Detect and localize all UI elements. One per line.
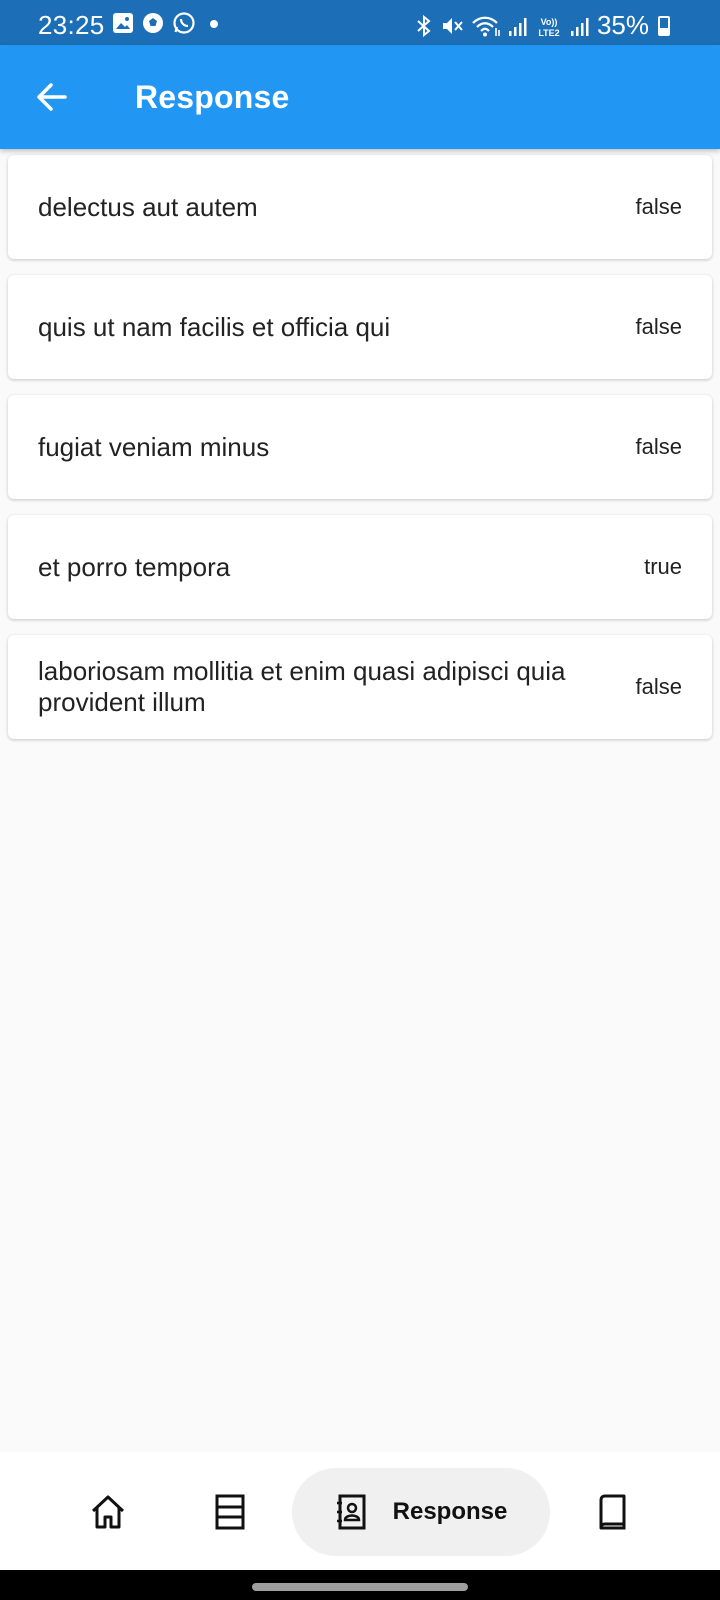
mute-icon (442, 17, 463, 34)
wifi-icon (472, 16, 500, 36)
home-icon (91, 1495, 125, 1529)
battery-icon (658, 15, 670, 36)
app-bar: Response (0, 45, 720, 149)
page-title: Response (135, 79, 290, 115)
list-item[interactable]: delectus aut autem false (8, 155, 712, 259)
item-status: false (635, 434, 682, 459)
bluetooth-icon (417, 14, 431, 37)
system-gesture-bar (0, 1570, 720, 1600)
book-icon (599, 1494, 626, 1530)
status-system-icons: Vo)) LTE2 35% (415, 10, 670, 41)
contacts-icon (336, 1494, 366, 1530)
list-item[interactable]: et porro tempora true (8, 515, 712, 619)
item-title: fugiat veniam minus (38, 431, 270, 462)
bottom-navigation: Response (0, 1452, 720, 1570)
response-list: delectus aut autem false quis ut nam fac… (8, 155, 712, 755)
item-title: quis ut nam facilis et officia qui (38, 311, 391, 342)
nav-response[interactable]: Response (292, 1468, 550, 1556)
list-item[interactable]: fugiat veniam minus false (8, 395, 712, 499)
volte-icon: Vo))LTE2 (538, 17, 559, 38)
svg-text:LTE2: LTE2 (538, 28, 559, 38)
svg-text:Vo)): Vo)) (541, 17, 558, 27)
nav-home[interactable] (70, 1468, 146, 1556)
home-gesture-handle[interactable] (252, 1583, 468, 1591)
signal-icon (508, 17, 527, 36)
item-title: et porro tempora (38, 551, 231, 582)
list-item[interactable]: laboriosam mollitia et enim quasi adipis… (8, 635, 712, 739)
item-status: false (635, 314, 682, 339)
back-button[interactable] (30, 75, 74, 119)
gallery-icon (113, 13, 133, 33)
item-status: true (644, 554, 682, 579)
whatsapp-icon (173, 12, 195, 34)
nav-book[interactable] (574, 1468, 650, 1556)
list-item[interactable]: quis ut nam facilis et officia qui false (8, 275, 712, 379)
status-time: 23:25 (38, 10, 105, 40)
item-title: delectus aut autem (38, 191, 258, 222)
dot-icon (210, 20, 218, 28)
status-notification-icons (112, 11, 224, 35)
nav-list[interactable] (192, 1468, 268, 1556)
arrow-back-icon (37, 83, 67, 111)
nav-response-label: Response (392, 1498, 508, 1525)
soccer-ball-icon (143, 13, 163, 33)
list-icon (215, 1494, 245, 1530)
item-status: false (635, 674, 682, 699)
signal-icon (570, 17, 589, 36)
item-title: laboriosam mollitia et enim quasi adipis… (38, 656, 566, 717)
item-status: false (635, 194, 682, 219)
battery-percentage: 35% (596, 10, 649, 40)
status-bar: 23:25 Vo)) LTE2 35% (0, 0, 720, 45)
